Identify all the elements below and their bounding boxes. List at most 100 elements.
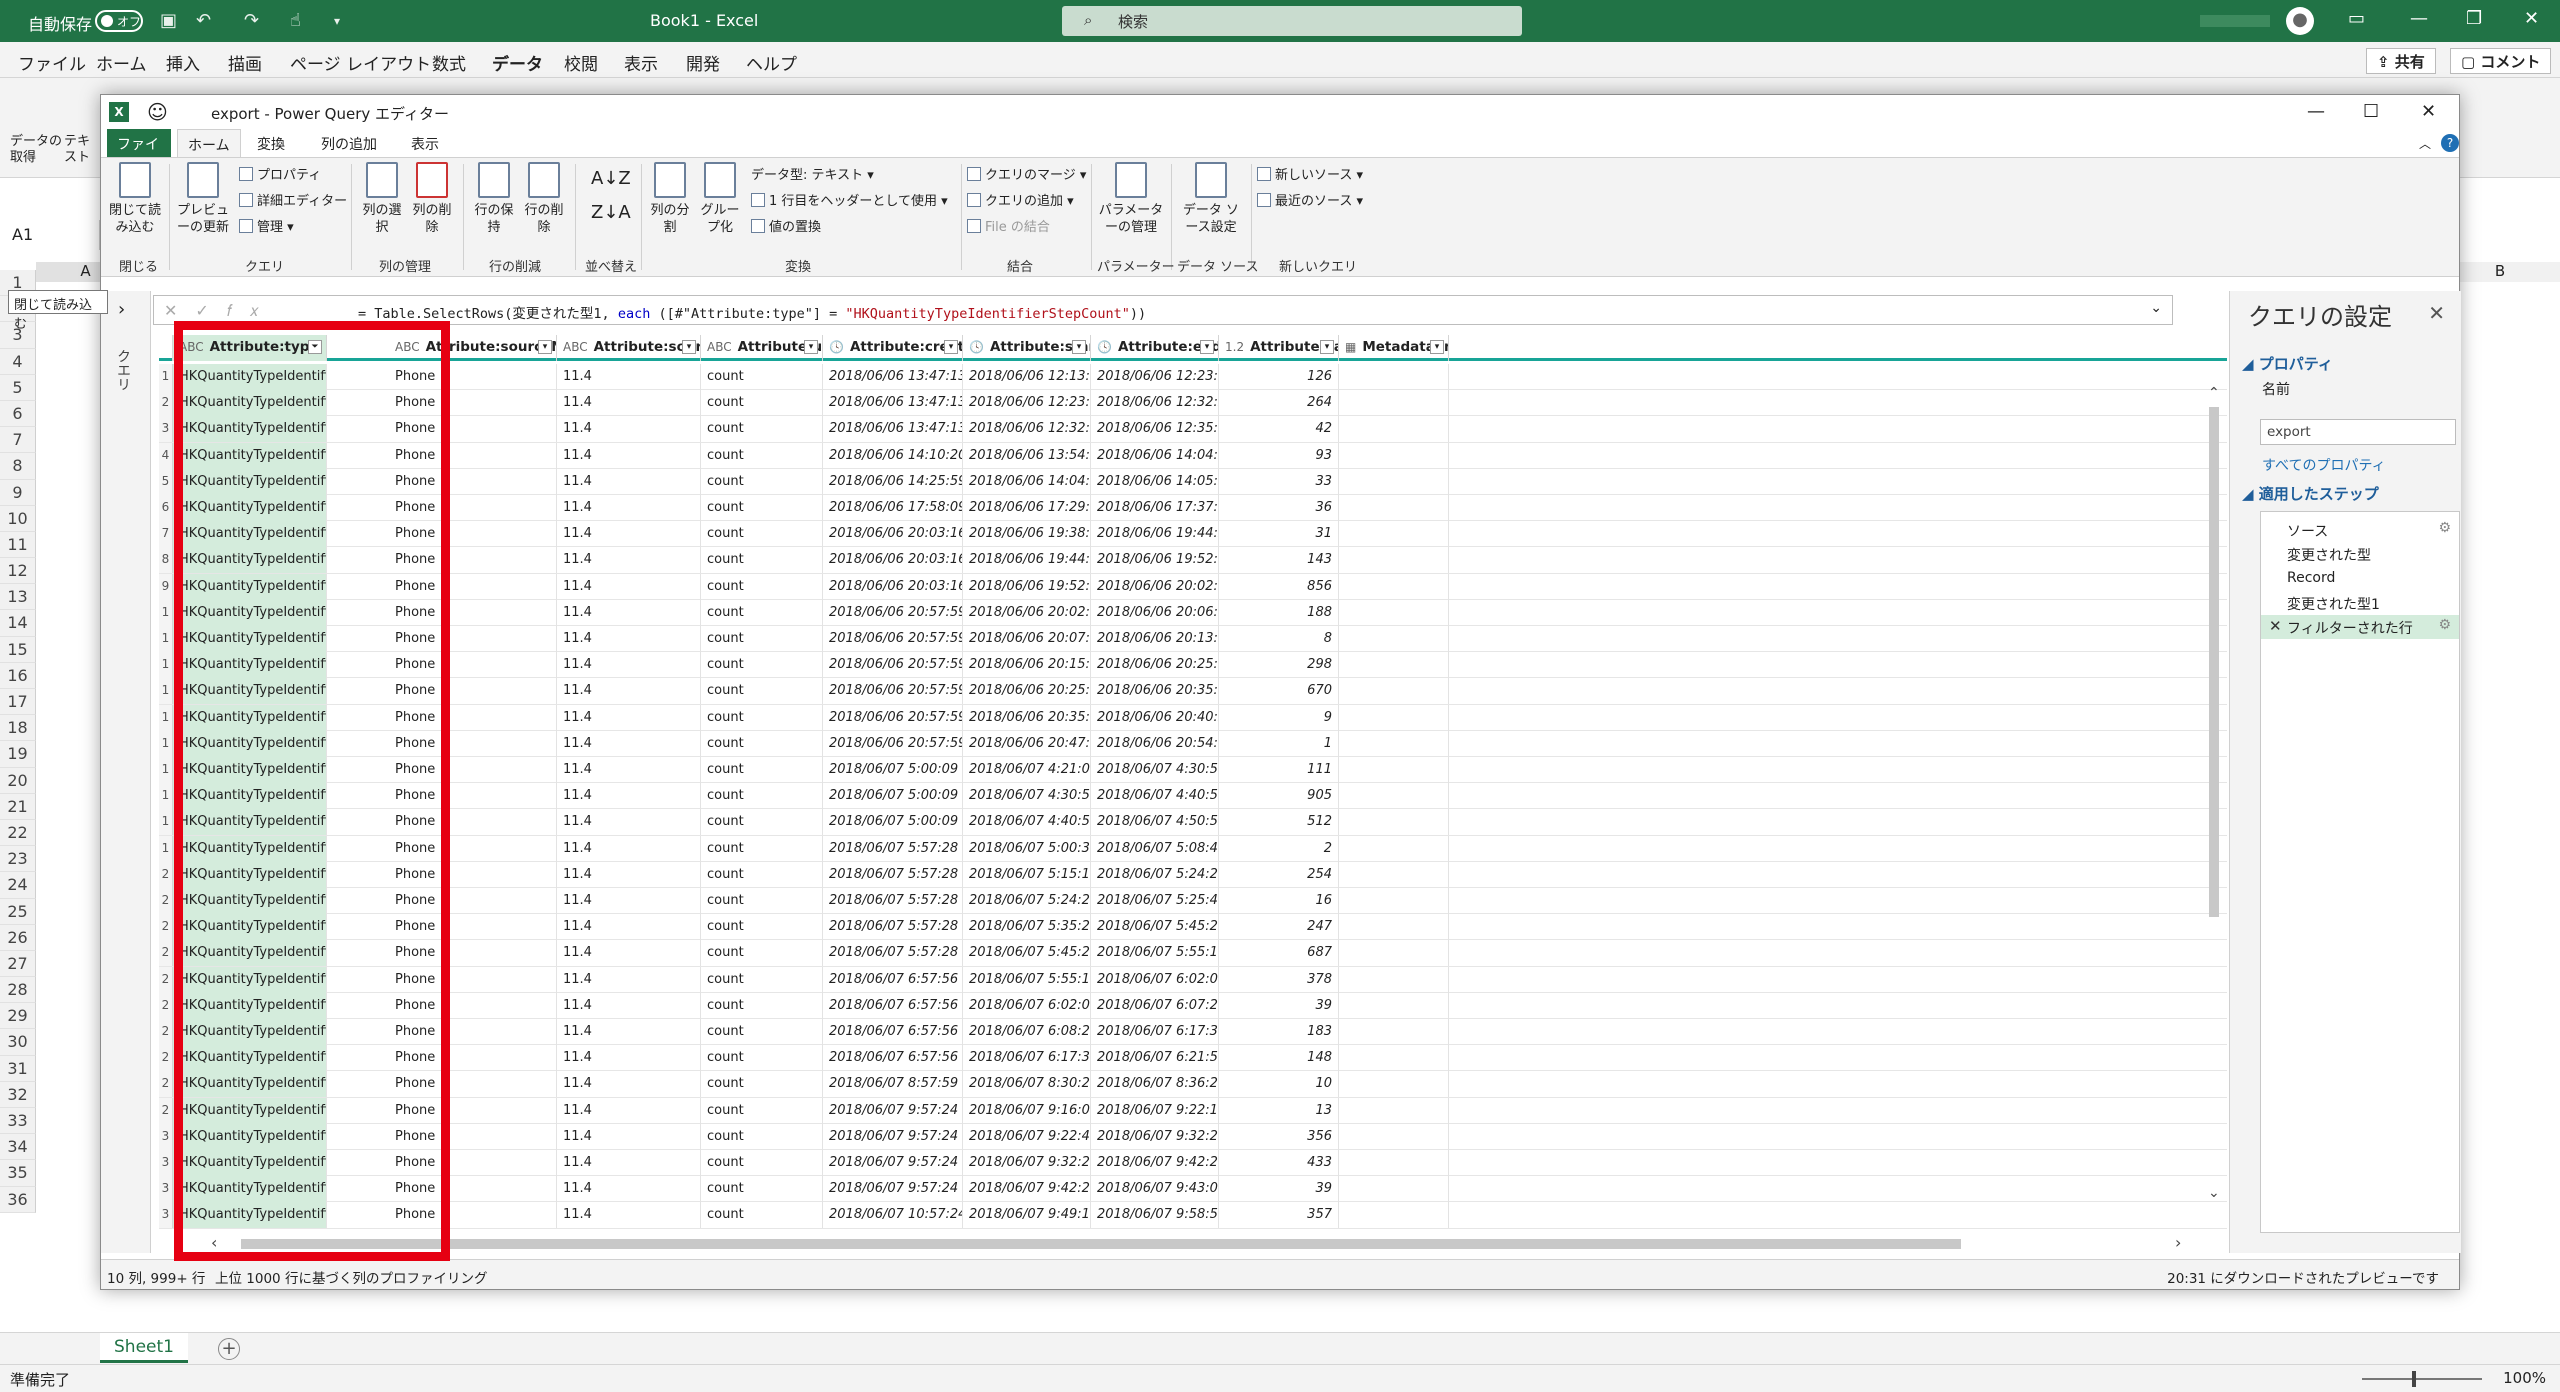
table-cell[interactable]: 11.4 [557, 1176, 701, 1203]
table-cell[interactable]: count [701, 390, 823, 417]
table-cell[interactable]: 2018/06/06 14:10:20 +09:00 [823, 442, 963, 469]
advanced-editor-button[interactable]: 詳細エディター [239, 190, 347, 209]
row-index[interactable]: 2 [159, 940, 173, 967]
table-cell[interactable]: 11.4 [557, 626, 701, 652]
excel-row-number[interactable]: 11 [0, 531, 36, 559]
table-cell[interactable]: count [701, 1150, 823, 1176]
row-index[interactable]: 1 [159, 757, 173, 783]
table-row[interactable]: 2HKQuantityTypeIdentifierStepCountPhone1… [159, 1045, 2227, 1072]
chevron-down-icon[interactable]: ▾ [804, 340, 818, 354]
avatar[interactable]: ● [2286, 7, 2314, 35]
keep-rows-button[interactable]: 行の保持 [471, 162, 517, 236]
table-row[interactable]: 2HKQuantityTypeIdentifierStepCountPhone1… [159, 390, 2227, 417]
formula-expand-icon[interactable]: ⌄ [2150, 300, 2162, 316]
table-cell[interactable]: count [701, 442, 823, 469]
table-cell[interactable]: 2018/06/06 20:47:24 +09:00 [963, 730, 1091, 757]
table-cell[interactable]: 111 [1219, 757, 1339, 783]
remove-columns-button[interactable]: 列の削除 [409, 162, 455, 236]
table-cell[interactable]: 9 [1219, 704, 1339, 731]
table-row[interactable]: 3HKQuantityTypeIdentifierStepCountPhone1… [159, 416, 2227, 443]
horizontal-scroll-thumb[interactable] [241, 1239, 1961, 1249]
table-cell[interactable]: 2018/06/06 19:44:33 +09:00 [1091, 521, 1219, 548]
table-cell[interactable] [1339, 547, 1449, 574]
table-row[interactable]: 1HKQuantityTypeIdentifierStepCountPhone1… [159, 704, 2227, 731]
table-cell[interactable]: 378 [1219, 966, 1339, 993]
table-cell[interactable]: count [701, 730, 823, 757]
table-cell[interactable]: 2018/06/07 5:15:15 +09:00 [963, 861, 1091, 888]
table-cell[interactable]: 905 [1219, 783, 1339, 810]
column-type-icon[interactable]: ▦ [1345, 340, 1356, 354]
table-cell[interactable]: 2018/06/06 20:02:53 +09:00 [1091, 573, 1219, 600]
row-index[interactable]: 1 [159, 599, 173, 626]
excel-row-number[interactable]: 21 [0, 793, 36, 820]
table-cell[interactable]: 2018/06/07 9:57:24 +09:00 [823, 1097, 963, 1124]
table-cell[interactable]: 2018/06/06 13:47:13 +09:00 [823, 416, 963, 443]
row-index[interactable]: 1 [159, 704, 173, 731]
table-row[interactable]: 7HKQuantityTypeIdentifierStepCountPhone1… [159, 521, 2227, 548]
step-item[interactable]: 変更された型 [2261, 542, 2459, 566]
row-index[interactable]: 9 [159, 573, 173, 600]
tab-transform[interactable]: 変換 [247, 129, 295, 157]
row-index[interactable]: 2 [159, 861, 173, 888]
table-cell[interactable]: 2018/06/07 5:45:22 +09:00 [1091, 914, 1219, 941]
table-cell[interactable]: count [701, 809, 823, 836]
row-index[interactable]: 3 [159, 1123, 173, 1150]
vertical-scroll-thumb[interactable] [2209, 407, 2219, 917]
table-cell[interactable]: 11.4 [557, 1097, 701, 1124]
menu-developer[interactable]: 開発 [686, 50, 720, 75]
excel-row-number[interactable]: 24 [0, 872, 36, 899]
column-header[interactable]: 🕓Attribute:endDate▾ [1091, 335, 1219, 361]
undo-icon[interactable]: ↶ [196, 10, 211, 31]
table-cell[interactable]: 10 [1219, 1071, 1339, 1098]
table-cell[interactable]: 2018/06/06 20:54:00 +09:00 [1091, 730, 1219, 757]
table-cell[interactable] [1339, 442, 1449, 469]
row-index[interactable]: 1 [159, 730, 173, 757]
column-type-icon[interactable]: 1.2 [1225, 340, 1244, 354]
table-cell[interactable]: count [701, 940, 823, 967]
row-index[interactable]: 5 [159, 468, 173, 495]
table-cell[interactable]: 2018/06/07 9:32:25 +09:00 [963, 1150, 1091, 1176]
row-index[interactable]: 2 [159, 1071, 173, 1098]
table-cell[interactable]: 2018/06/06 20:02:53 +09:00 [963, 599, 1091, 626]
column-header[interactable]: 🕓Attribute:creationDate▾ [823, 335, 963, 361]
split-column-button[interactable]: 列の分割 [647, 162, 693, 236]
table-cell[interactable] [1339, 940, 1449, 967]
table-cell[interactable] [1339, 1176, 1449, 1203]
table-row[interactable]: 6HKQuantityTypeIdentifierStepCountPhone1… [159, 495, 2227, 522]
table-cell[interactable] [1339, 468, 1449, 495]
table-cell[interactable]: count [701, 992, 823, 1019]
properties-heading[interactable]: ◢ プロパティ [2242, 353, 2333, 374]
row-index[interactable]: 7 [159, 521, 173, 548]
row-index[interactable]: 3 [159, 1150, 173, 1176]
table-cell[interactable]: 2018/06/06 20:57:59 +09:00 [823, 626, 963, 652]
table-cell[interactable]: 2018/06/06 20:25:16 +09:00 [1091, 652, 1219, 679]
table-cell[interactable]: 2018/06/06 20:13:07 +09:00 [1091, 626, 1219, 652]
table-cell[interactable]: 2018/06/06 14:04:33 +09:00 [1091, 442, 1219, 469]
table-row[interactable]: 2HKQuantityTypeIdentifierStepCountPhone1… [159, 861, 2227, 888]
table-cell[interactable] [1339, 835, 1449, 862]
table-cell[interactable] [1339, 652, 1449, 679]
table-cell[interactable]: 2018/06/07 4:40:57 +09:00 [963, 809, 1091, 836]
table-cell[interactable]: 13 [1219, 1097, 1339, 1124]
autosave-toggle[interactable]: オフ [95, 10, 143, 32]
table-cell[interactable] [1339, 521, 1449, 548]
table-cell[interactable]: 2018/06/06 12:32:30 +09:00 [1091, 390, 1219, 417]
chevron-down-icon[interactable]: ▾ [1200, 340, 1214, 354]
table-cell[interactable]: count [701, 1176, 823, 1203]
table-cell[interactable]: 2018/06/07 9:22:17 +09:00 [1091, 1097, 1219, 1124]
menu-home[interactable]: ホーム [96, 50, 147, 75]
table-row[interactable]: 3HKQuantityTypeIdentifierStepCountPhone1… [159, 1202, 2227, 1229]
row-index[interactable]: 1 [159, 835, 173, 862]
table-cell[interactable]: 433 [1219, 1150, 1339, 1176]
table-cell[interactable]: 2018/06/06 17:29:54 +09:00 [963, 495, 1091, 521]
row-index[interactable]: 2 [159, 992, 173, 1019]
table-cell[interactable]: count [701, 888, 823, 914]
table-cell[interactable]: 2018/06/07 9:16:01 +09:00 [963, 1097, 1091, 1124]
row-index[interactable]: 1 [159, 678, 173, 705]
table-cell[interactable]: count [701, 364, 823, 390]
menu-review[interactable]: 校閲 [564, 50, 598, 75]
table-cell[interactable] [1339, 364, 1449, 390]
table-cell[interactable]: 39 [1219, 992, 1339, 1019]
table-cell[interactable]: 183 [1219, 1019, 1339, 1045]
table-cell[interactable]: count [701, 1045, 823, 1072]
